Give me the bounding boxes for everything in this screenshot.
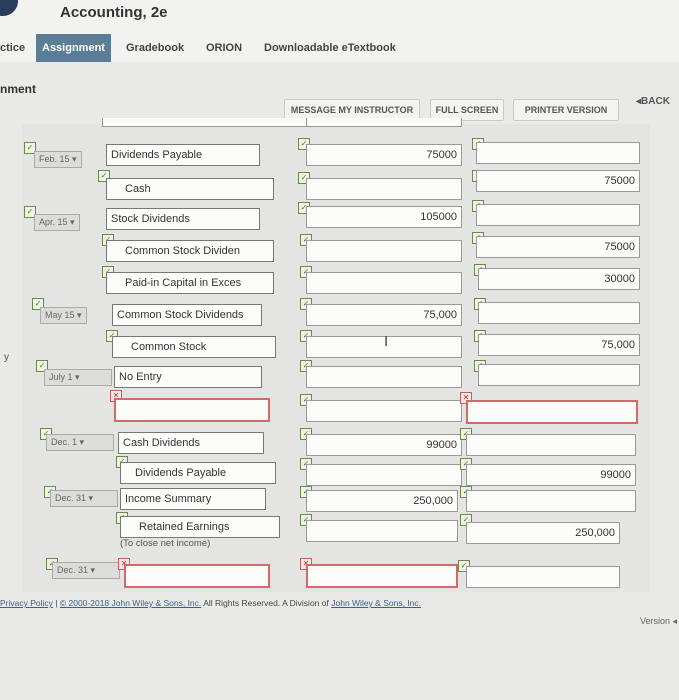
closing-note: (To close net income) — [120, 538, 211, 549]
account-field[interactable]: Dividends Payable — [120, 462, 276, 484]
debit-field[interactable]: 75,000 — [306, 304, 462, 326]
journal-row: ✓ Cash ✓ ✓ 75000 — [22, 170, 650, 202]
journal-row: ✕ ✓ ✕ — [22, 390, 650, 424]
account-field[interactable]: Cash Dividends — [118, 432, 264, 454]
back-button[interactable]: ◂BACK — [636, 96, 670, 107]
credit-field[interactable] — [478, 364, 640, 386]
credit-field[interactable]: 99000 — [466, 464, 636, 486]
date-select[interactable]: Dec. 31 ▾ — [50, 490, 118, 507]
date-select[interactable]: Dec. 1 ▾ — [46, 434, 114, 451]
journal-row: ✓ Feb. 15 ▾ Dividends Payable ✓ 75000 ✓ — [22, 138, 650, 170]
debit-field[interactable]: 99000 — [306, 434, 462, 456]
journal-row: ✓ July 1 ▾ No Entry ✓ ✓ — [22, 360, 650, 392]
tab-assignment[interactable]: Assignment — [36, 34, 111, 62]
journal-row: ✓ Dec. 1 ▾ Cash Dividends ✓ 99000 ✓ — [22, 428, 650, 458]
footer-separator: | — [55, 598, 58, 608]
text-cursor-icon: I — [384, 333, 389, 350]
debit-field[interactable]: 250,000 — [306, 490, 458, 512]
copyright-link[interactable]: © 2000-2018 John Wiley & Sons, Inc. — [60, 598, 201, 608]
tab-practice[interactable]: ctice — [0, 34, 25, 62]
account-field[interactable]: Common Stock Dividends — [112, 304, 262, 326]
journal-row: ✓ Common Stock ✓ ✓ 75,000 — [22, 330, 650, 362]
side-mark: y — [4, 352, 9, 363]
date-select[interactable]: Apr. 15 ▾ — [34, 214, 80, 231]
credit-field[interactable] — [466, 434, 636, 456]
date-select[interactable]: Dec. 31 ▾ — [52, 562, 120, 579]
top-bar: Accounting, 2e ctice Assignment Gradeboo… — [0, 0, 679, 62]
account-field[interactable] — [124, 564, 270, 588]
debit-field[interactable] — [306, 564, 458, 588]
tab-gradebook[interactable]: Gradebook — [126, 34, 184, 62]
date-select[interactable]: Feb. 15 ▾ — [34, 151, 82, 168]
printer-version-button[interactable]: PRINTER VERSION — [513, 99, 619, 121]
account-field[interactable]: Stock Dividends — [106, 208, 260, 230]
version-label: Version ◂ — [639, 616, 677, 626]
footer: Privacy Policy | © 2000-2018 John Wiley … — [0, 598, 679, 608]
account-field[interactable]: Common Stock — [112, 336, 276, 358]
debit-field[interactable] — [306, 178, 462, 200]
account-field[interactable]: Dividends Payable — [106, 144, 260, 166]
credit-field[interactable] — [466, 400, 638, 424]
app-title: Accounting, 2e — [60, 4, 168, 21]
journal-row: ✓ May 15 ▾ Common Stock Dividends ✓ 75,0… — [22, 298, 650, 330]
journal-entry-panel: ✓ Feb. 15 ▾ Dividends Payable ✓ 75000 ✓ … — [22, 118, 650, 592]
debit-field[interactable] — [306, 464, 462, 486]
debit-field[interactable] — [306, 118, 462, 127]
credit-field[interactable]: 75,000 — [478, 334, 640, 356]
credit-field[interactable] — [476, 204, 640, 226]
credit-field[interactable]: 75000 — [476, 236, 640, 258]
debit-field[interactable] — [306, 366, 462, 388]
section-title: nment — [0, 82, 36, 96]
account-field[interactable]: Paid-in Capital in Exces — [106, 272, 274, 294]
journal-row: ✓ Paid-in Capital in Exces ✓ ✓ 30000 — [22, 264, 650, 298]
company-link[interactable]: John Wiley & Sons, Inc. — [331, 598, 421, 608]
debit-field[interactable]: 105000 — [306, 206, 462, 228]
logo — [0, 0, 18, 16]
debit-field[interactable] — [306, 272, 462, 294]
journal-row: ✓ Retained Earnings (To close net income… — [22, 512, 650, 549]
credit-field[interactable]: 250,000 — [466, 522, 620, 544]
credit-field[interactable] — [478, 302, 640, 324]
tab-orion[interactable]: ORION — [206, 34, 242, 62]
credit-field[interactable] — [466, 490, 636, 512]
main-nav: ctice Assignment Gradebook ORION Downloa… — [0, 34, 679, 62]
credit-field[interactable]: 30000 — [478, 268, 640, 290]
debit-field[interactable] — [306, 520, 458, 542]
account-field[interactable]: Retained Earnings — [120, 516, 280, 538]
journal-row: ✓ Common Stock Dividen ✓ ✓ 75000 — [22, 232, 650, 266]
account-field[interactable]: Common Stock Dividen — [106, 240, 274, 262]
rights-text: All Rights Reserved. A Division of — [203, 598, 329, 608]
debit-field[interactable] — [306, 240, 462, 262]
account-field[interactable] — [114, 398, 270, 422]
account-field[interactable] — [102, 118, 308, 127]
account-field[interactable]: No Entry — [114, 366, 262, 388]
credit-field[interactable]: 75000 — [476, 170, 640, 192]
date-select[interactable]: May 15 ▾ — [40, 307, 87, 324]
journal-row: ✓ Apr. 15 ▾ Stock Dividends ✓ 105000 ✓ — [22, 200, 650, 234]
debit-field[interactable] — [306, 400, 462, 422]
date-select[interactable]: July 1 ▾ — [44, 369, 112, 386]
tab-etextbook[interactable]: Downloadable eTextbook — [264, 34, 396, 62]
debit-field[interactable]: 75000 — [306, 144, 462, 166]
credit-field[interactable] — [466, 566, 620, 588]
credit-field[interactable] — [476, 142, 640, 164]
journal-row: ✓ Dec. 31 ▾ ✕ ✕ ✓ — [22, 558, 650, 588]
account-field[interactable]: Income Summary — [120, 488, 266, 510]
journal-row: ✓ Dividends Payable ✓ ✓ 99000 — [22, 456, 650, 488]
privacy-policy-link[interactable]: Privacy Policy — [0, 598, 53, 608]
account-field[interactable]: Cash — [106, 178, 274, 200]
